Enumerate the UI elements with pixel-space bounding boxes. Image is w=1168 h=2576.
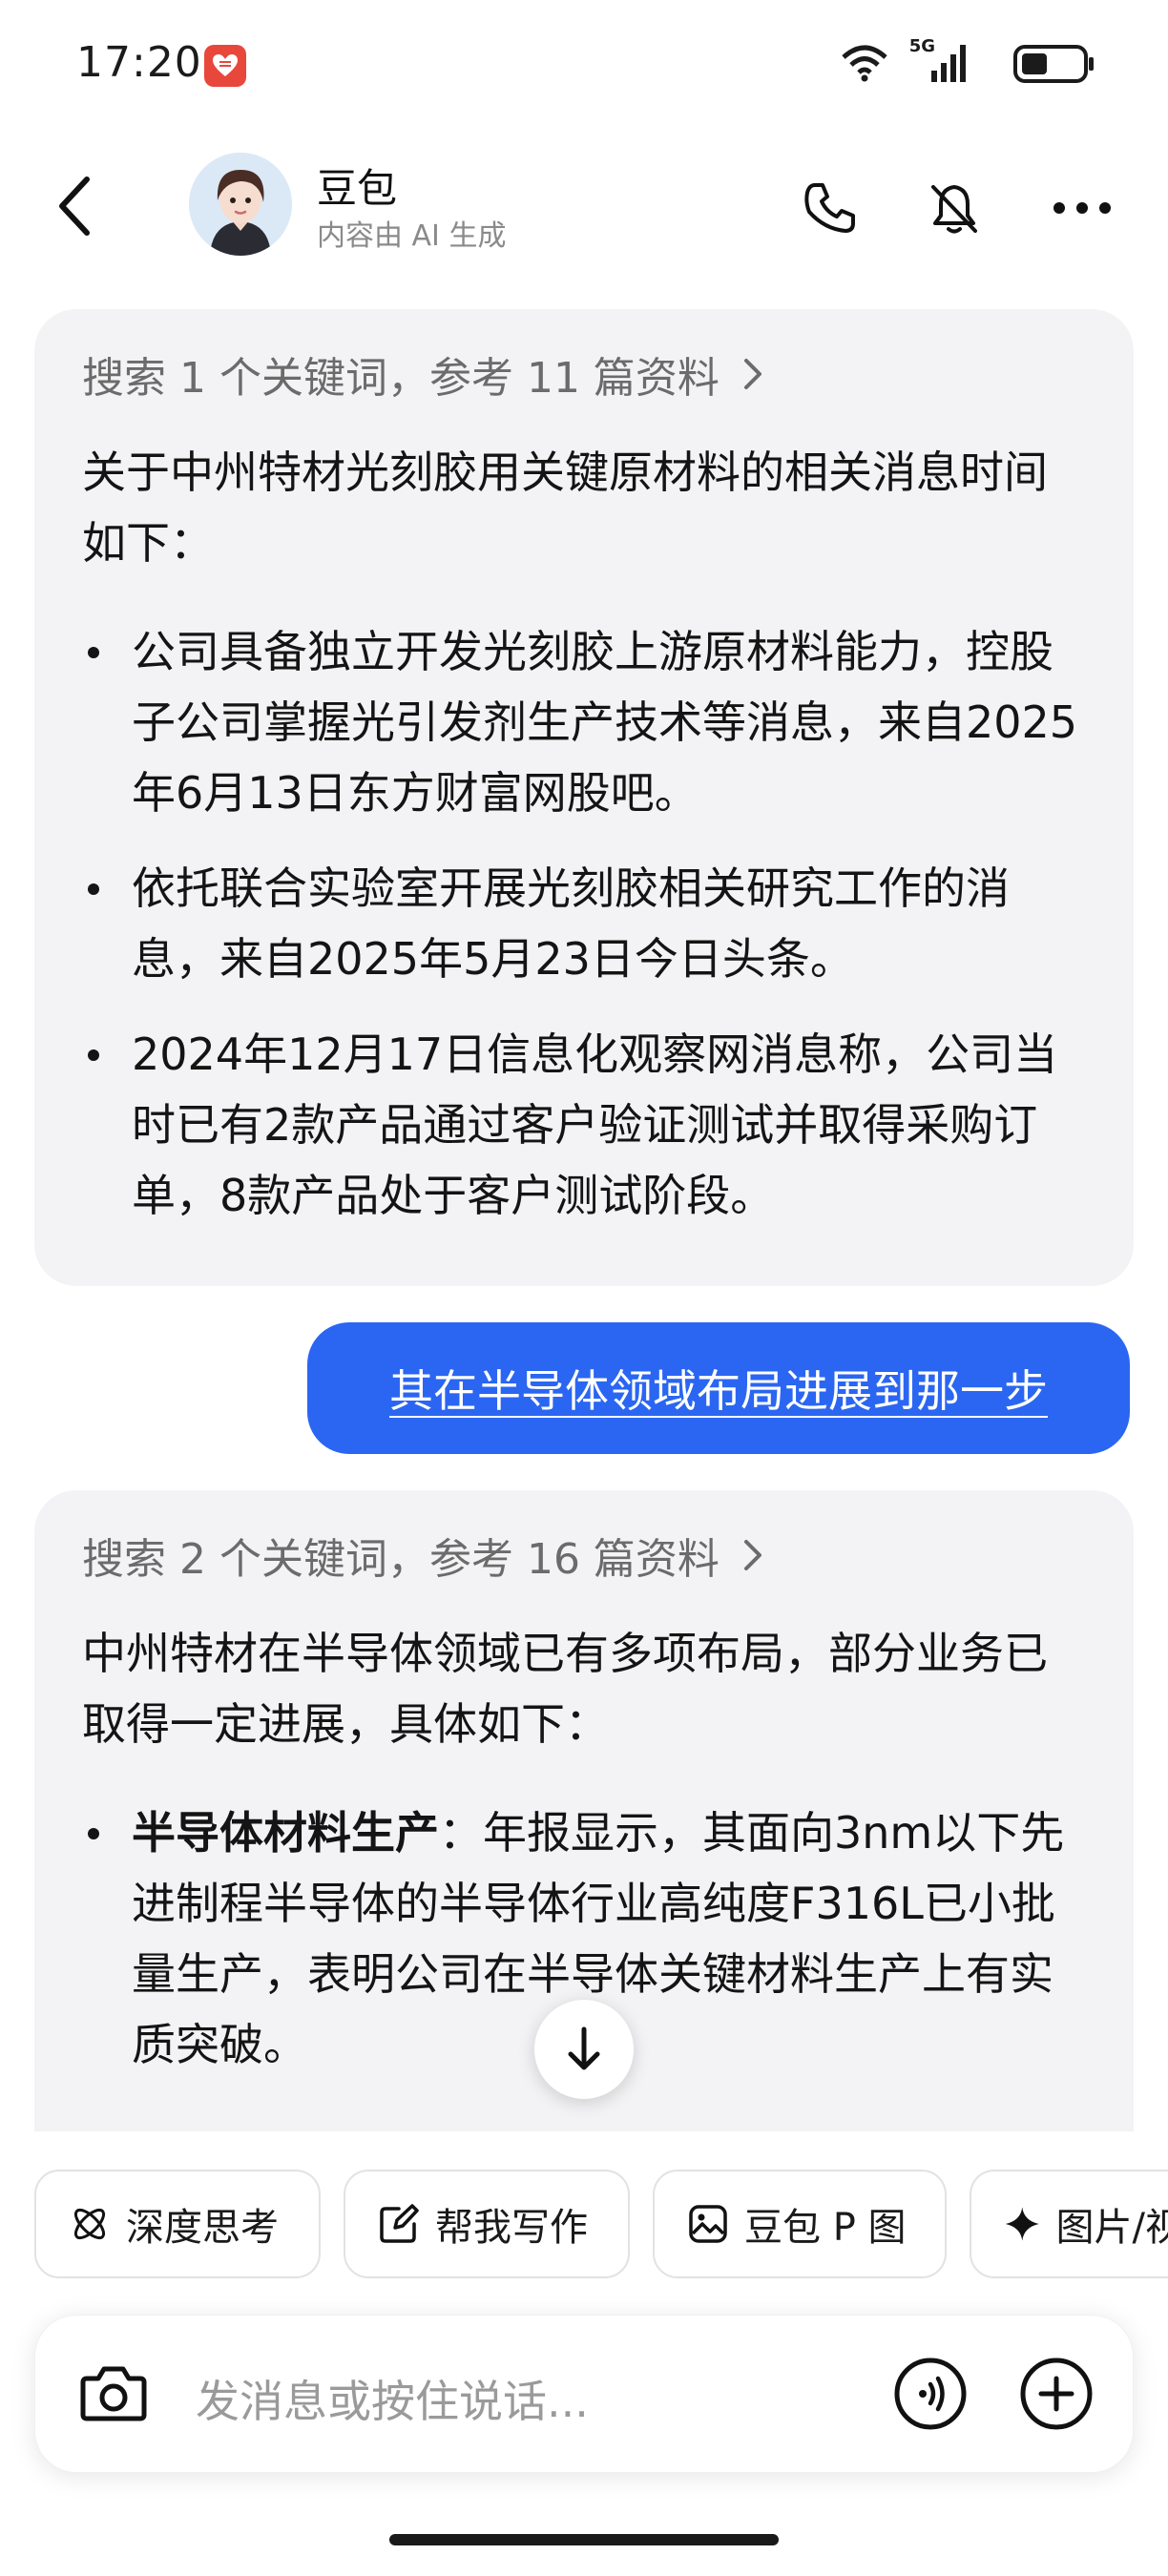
wifi-icon <box>842 45 887 82</box>
chip-label: 帮我写作 <box>435 2206 588 2250</box>
edit-icon <box>380 2204 419 2243</box>
scroll-to-bottom-button[interactable] <box>534 2000 634 2099</box>
quick-actions: 深度思考 帮我写作 豆包 P 图 图片/视 <box>34 2170 1168 2282</box>
user-message-text: 其在半导体领域布局进展到那一步 <box>389 1365 1048 1417</box>
image-edit-icon <box>689 2205 727 2243</box>
chat-header: 豆包 内容由 AI 生成 <box>0 134 1168 277</box>
arrow-down-icon <box>568 2026 600 2070</box>
home-indicator[interactable] <box>389 2534 779 2545</box>
search-sources-link[interactable]: 搜索 1 个关键词，参考 11 篇资料 <box>82 345 1086 403</box>
camera-button[interactable] <box>75 2356 152 2432</box>
chip-help-write[interactable]: 帮我写作 <box>344 2170 630 2278</box>
chip-label: 图片/视频 <box>1055 2206 1168 2250</box>
sparkle-icon <box>1005 2207 1039 2241</box>
voice-wave-icon <box>894 2358 967 2430</box>
speaker-mute-button[interactable] <box>916 170 992 246</box>
signal-icon <box>931 45 966 82</box>
more-options-button[interactable] <box>1044 170 1120 246</box>
battery-icon <box>1013 45 1094 83</box>
message-input-bar[interactable]: 发消息或按住说话... <box>34 2315 1134 2473</box>
heart-badge-icon <box>204 45 246 87</box>
speaker-muted-icon <box>931 185 977 234</box>
message-input-placeholder[interactable]: 发消息或按住说话... <box>196 2367 589 2430</box>
status-bar: 17:20 5G <box>0 0 1168 134</box>
add-attachment-button[interactable] <box>1018 2356 1095 2432</box>
phone-call-button[interactable] <box>792 170 868 246</box>
chip-deep-thinking[interactable]: 深度思考 <box>34 2170 321 2278</box>
camera-icon <box>80 2366 147 2421</box>
message-intro: 关于中州特材光刻胶用关键原材料的相关消息时间如下： <box>82 447 1048 569</box>
composer-panel: 深度思考 帮我写作 豆包 P 图 图片/视 发消息或按住说话... <box>0 2131 1168 2576</box>
back-button[interactable] <box>42 168 109 244</box>
chip-label: 豆包 P 图 <box>744 2206 907 2250</box>
plus-circle-icon <box>1020 2358 1093 2430</box>
list-item: 依托联合实验室开展光刻胶相关研究工作的消息，来自2025年5月23日今日头条。 <box>82 853 1086 994</box>
status-time: 17:20 <box>76 38 202 87</box>
chip-image-video[interactable]: 图片/视频 <box>970 2170 1168 2278</box>
chevron-right-icon <box>743 1540 761 1570</box>
chevron-right-icon <box>743 359 761 389</box>
search-summary: 搜索 1 个关键词，参考 11 篇资料 <box>82 354 720 403</box>
avatar[interactable] <box>189 153 292 256</box>
search-summary: 搜索 2 个关键词，参考 16 篇资料 <box>82 1535 720 1584</box>
bullet-list: 公司具备独立开发光刻胶上游原材料能力，控股子公司掌握光引发剂生产技术等消息，来自… <box>82 616 1086 1231</box>
list-item-heading: 半导体材料生产 <box>132 1807 439 1859</box>
phone-icon <box>804 183 855 233</box>
list-item: 2024年12月17日信息化观察网消息称，公司当时已有2款产品通过客户验证测试并… <box>82 1019 1086 1231</box>
chat-screen: 17:20 5G 豆包 内容由 AI 生成 搜索 1 个关键词，参考 11 篇资… <box>0 0 1168 2576</box>
chip-photo-edit[interactable]: 豆包 P 图 <box>653 2170 947 2278</box>
message-intro: 中州特材在半导体领域已有多项布局，部分业务已取得一定进展，具体如下： <box>82 1628 1048 1750</box>
more-horizontal-icon <box>1053 202 1111 214</box>
ai-disclaimer: 内容由 AI 生成 <box>317 219 507 253</box>
voice-call-button[interactable] <box>892 2356 969 2432</box>
chip-label: 深度思考 <box>126 2206 279 2250</box>
list-item: 公司具备独立开发光刻胶上游原材料能力，控股子公司掌握光引发剂生产技术等消息，来自… <box>82 616 1086 828</box>
user-message[interactable]: 其在半导体领域布局进展到那一步 <box>307 1322 1130 1454</box>
bot-message: 搜索 1 个关键词，参考 11 篇资料 关于中州特材光刻胶用关键原材料的相关消息… <box>34 309 1134 1286</box>
chat-title: 豆包 <box>317 165 398 212</box>
search-sources-link[interactable]: 搜索 2 个关键词，参考 16 篇资料 <box>82 1527 1086 1584</box>
atom-icon <box>73 2208 106 2240</box>
chevron-left-icon <box>59 177 90 236</box>
status-icons: 5G <box>842 36 1095 90</box>
